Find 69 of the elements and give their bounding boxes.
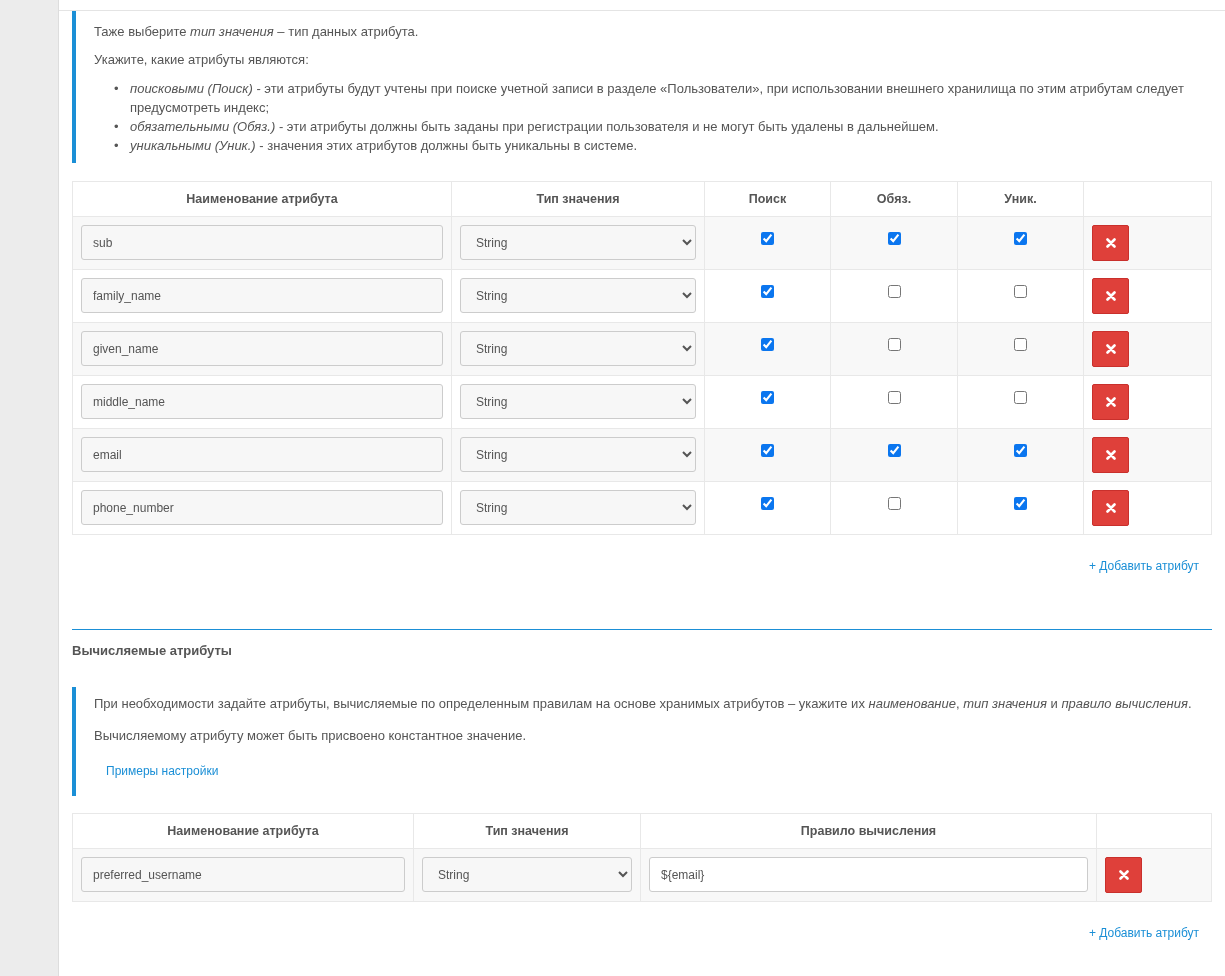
bullet: • bbox=[114, 118, 120, 136]
cross-icon bbox=[1105, 291, 1116, 301]
attribute-name-field[interactable]: preferred_username bbox=[81, 857, 405, 892]
value-type-select[interactable]: String bbox=[460, 437, 696, 472]
info-text: Укажите, какие атрибуты являются: bbox=[94, 51, 310, 69]
delete-button[interactable] bbox=[1092, 490, 1129, 526]
cross-icon bbox=[1105, 397, 1116, 407]
checkbox[interactable] bbox=[1014, 444, 1027, 457]
value-type-select[interactable]: String bbox=[460, 225, 696, 260]
delete-button[interactable] bbox=[1105, 857, 1142, 893]
attribute-name-field[interactable]: family_name bbox=[81, 278, 443, 313]
cross-icon bbox=[1105, 450, 1116, 460]
column-header: Правило вычисления bbox=[640, 813, 1097, 849]
checkbox[interactable] bbox=[1014, 391, 1027, 404]
info-text: При необходимости задайте атрибуты, вычисляемые по определенным правилам на основе хранимых атрибутов – укажите их наименование, тип значения и правило вычисления. bbox=[94, 695, 1193, 713]
checkbox[interactable] bbox=[1014, 232, 1027, 245]
add-attribute-link[interactable]: + Добавить атрибут bbox=[1088, 926, 1199, 940]
info-text: Таже выберите тип значения – тип данных атрибута. bbox=[94, 23, 420, 41]
checkbox[interactable] bbox=[887, 232, 901, 245]
delete-button[interactable] bbox=[1092, 278, 1129, 314]
checkbox[interactable] bbox=[761, 497, 774, 510]
value-type-select[interactable]: String bbox=[460, 331, 696, 366]
attribute-name-field[interactable]: email bbox=[81, 437, 443, 472]
delete-button[interactable] bbox=[1092, 437, 1129, 473]
cross-icon bbox=[1105, 238, 1116, 248]
delete-button[interactable] bbox=[1092, 331, 1129, 367]
bullet: • bbox=[114, 80, 120, 98]
checkbox[interactable] bbox=[1014, 497, 1027, 510]
checkbox[interactable] bbox=[761, 285, 774, 298]
column-header: Тип значения bbox=[413, 813, 641, 849]
list-item: обязательными (Обяз.) - эти атрибуты должны быть заданы при регистрации пользователя и не могут быть удалены в дальнейшем. bbox=[130, 118, 940, 136]
bullet: • bbox=[114, 137, 120, 155]
column-header: Уник. bbox=[957, 181, 1084, 217]
cross-icon bbox=[1118, 870, 1129, 880]
delete-button[interactable] bbox=[1092, 384, 1129, 420]
cross-icon bbox=[1105, 344, 1116, 354]
checkbox[interactable] bbox=[887, 497, 901, 510]
checkbox[interactable] bbox=[761, 391, 774, 404]
column-header: Обяз. bbox=[830, 181, 958, 217]
column-header: Наименование атрибута bbox=[72, 813, 414, 849]
rule-field[interactable]: ${email} bbox=[649, 857, 1088, 892]
checkbox[interactable] bbox=[887, 338, 901, 351]
cross-icon bbox=[1105, 503, 1116, 513]
value-type-select[interactable]: String bbox=[460, 384, 696, 419]
checkbox[interactable] bbox=[1014, 285, 1027, 298]
column-header: Наименование атрибута bbox=[72, 181, 452, 217]
checkbox[interactable] bbox=[761, 338, 774, 351]
attribute-name-field[interactable]: middle_name bbox=[81, 384, 443, 419]
column-header: Поиск bbox=[704, 181, 831, 217]
section-title: Вычисляемые атрибуты bbox=[72, 643, 233, 658]
attribute-name-field[interactable]: phone_number bbox=[81, 490, 443, 525]
value-type-select[interactable]: String bbox=[460, 278, 696, 313]
attribute-name-field[interactable]: sub bbox=[81, 225, 443, 260]
delete-button[interactable] bbox=[1092, 225, 1129, 261]
checkbox[interactable] bbox=[761, 232, 774, 245]
list-item: уникальными (Уник.) - значения этих атрибутов должны быть уникальны в системе. bbox=[130, 137, 639, 155]
value-type-select[interactable]: String bbox=[460, 490, 696, 525]
add-attribute-link[interactable]: + Добавить атрибут bbox=[1088, 559, 1199, 573]
attribute-name-field[interactable]: given_name bbox=[81, 331, 443, 366]
info-text: Вычисляемому атрибуту может быть присвоено константное значение. bbox=[94, 727, 528, 745]
list-item: поисковыми (Поиск) - эти атрибуты будут учтены при поиске учетной записи в разделе «Пользователи», при использовании внешнего хранилища по этим атрибутам следует предусмотреть индекс; bbox=[130, 80, 1185, 117]
column-header: Тип значения bbox=[451, 181, 705, 217]
checkbox[interactable] bbox=[1014, 338, 1027, 351]
checkbox[interactable] bbox=[887, 285, 901, 298]
value-type-select[interactable]: String bbox=[422, 857, 632, 892]
examples-link[interactable]: Примеры настройки bbox=[106, 764, 219, 778]
checkbox[interactable] bbox=[761, 444, 774, 457]
checkbox[interactable] bbox=[887, 444, 901, 457]
checkbox[interactable] bbox=[887, 391, 901, 404]
